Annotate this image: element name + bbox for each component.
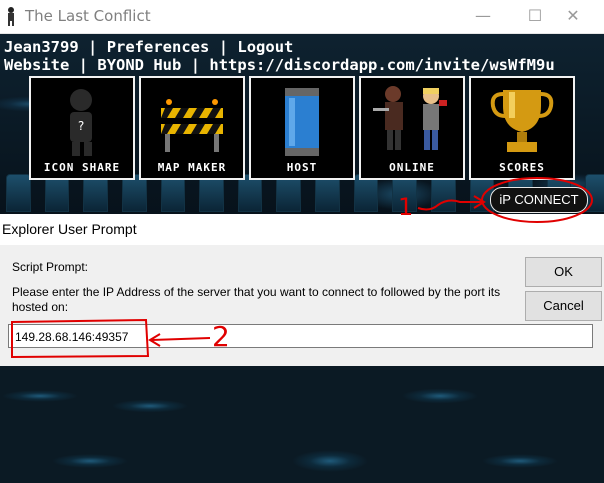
title-bar: The Last Conflict — ☐ ✕ (0, 0, 604, 34)
prompt-title-bar: Explorer User Prompt (0, 214, 604, 245)
ip-connect-button[interactable]: iP CONNECT (490, 187, 588, 213)
website-link[interactable]: Website (4, 56, 69, 74)
link-separator: | (218, 38, 229, 56)
preferences-link[interactable]: Preferences (107, 38, 210, 56)
prompt-message: Please enter the IP Address of the serve… (12, 285, 501, 314)
tile-label: Map Maker (157, 161, 227, 174)
window-title: The Last Conflict (25, 7, 151, 25)
ok-button[interactable]: OK (525, 257, 602, 287)
username-link[interactable]: Jean3799 (4, 38, 79, 56)
ip-address-input[interactable]: 149.28.68.146:49357 (8, 324, 593, 348)
link-bar: Jean3799 | Preferences | Logout Website … (4, 38, 555, 74)
close-button[interactable]: ✕ (550, 0, 596, 33)
tile-label: Scores (499, 161, 545, 174)
link-separator: | (78, 56, 89, 74)
minimize-button[interactable]: — (460, 0, 506, 33)
game-background-lower (0, 366, 604, 483)
svg-text:?: ? (77, 119, 84, 133)
online-tile[interactable]: Online (359, 76, 465, 180)
tile-label: Online (389, 161, 435, 174)
explorer-user-prompt: Explorer User Prompt Script Prompt: Plea… (0, 214, 604, 366)
scores-tile[interactable]: Scores (469, 76, 575, 180)
map-maker-tile[interactable]: Map Maker (139, 76, 245, 180)
byond-hub-link[interactable]: BYOND Hub (97, 56, 181, 74)
link-separator: | (190, 56, 201, 74)
tile-label: Host (286, 161, 318, 174)
link-separator: | (88, 38, 98, 56)
script-prompt-label: Script Prompt: (12, 260, 89, 274)
tile-label: Icon Share (43, 161, 121, 174)
host-tile[interactable]: Host (249, 76, 355, 180)
game-menu-area: Jean3799 | Preferences | Logout Website … (0, 34, 604, 214)
icon-share-tile[interactable]: ? Icon Share (29, 76, 135, 180)
cancel-button[interactable]: Cancel (525, 291, 602, 321)
app-icon (8, 7, 14, 26)
menu-tiles: ? Icon Share Map Maker (29, 76, 575, 180)
prompt-title: Explorer User Prompt (2, 221, 137, 237)
logout-link[interactable]: Logout (237, 38, 293, 56)
discord-link[interactable]: https://discordapp.com/invite/wsWfM9u (209, 56, 554, 74)
